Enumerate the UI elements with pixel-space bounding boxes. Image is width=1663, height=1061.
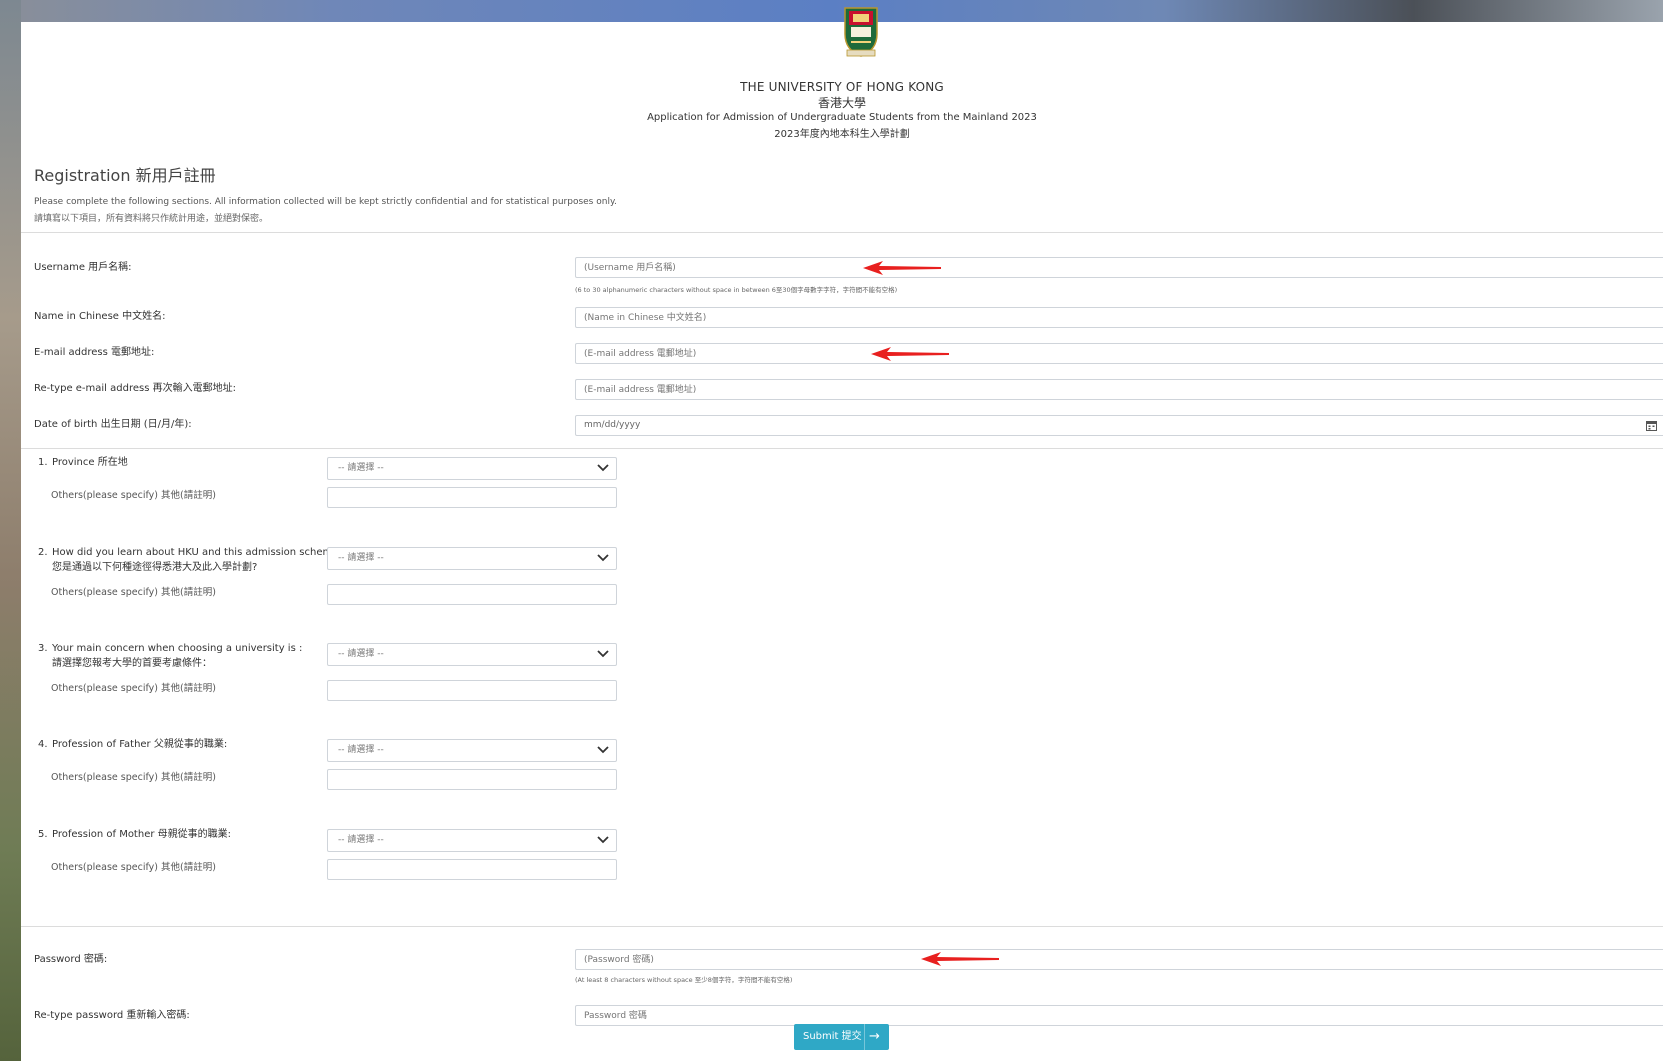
question-1-others-label: Others(please specify) 其他(請註明) xyxy=(51,490,216,501)
email-retype-label: Re-type e-mail address 再次輸入電郵地址: xyxy=(34,383,236,394)
intro-text-en: Please complete the following sections. … xyxy=(34,197,617,207)
password-label: Password 密碼: xyxy=(34,954,108,965)
red-arrow-annotation xyxy=(921,952,999,966)
question-1-select[interactable]: -- 請選擇 -- xyxy=(327,457,617,480)
program-title-en: Application for Admission of Undergradua… xyxy=(647,112,1037,123)
arrow-right-icon: → xyxy=(869,1029,880,1044)
dob-input[interactable]: mm/dd/yyyy xyxy=(575,415,1663,436)
name-chinese-input[interactable] xyxy=(575,307,1663,328)
question-3-label: 3. Your main concern when choosing a univ… xyxy=(38,643,303,669)
question-5-select[interactable]: -- 請選擇 -- xyxy=(327,829,617,852)
question-2-label: 2. How did you learn about HKU and this a… xyxy=(38,547,344,573)
email-retype-input[interactable] xyxy=(575,379,1663,400)
chevron-down-icon xyxy=(597,554,609,562)
red-arrow-annotation xyxy=(863,261,941,275)
submit-button[interactable]: Submit 提交 → xyxy=(794,1024,889,1050)
page-title: Registration 新用戶註冊 xyxy=(34,166,216,185)
password-input[interactable] xyxy=(575,949,1663,970)
chevron-down-icon xyxy=(597,836,609,844)
question-2-others-input[interactable] xyxy=(327,584,617,605)
intro-text-zh: 請填寫以下項目，所有資料將只作統計用途，並絕對保密。 xyxy=(34,214,269,224)
question-4-others-input[interactable] xyxy=(327,769,617,790)
university-name-en: THE UNIVERSITY OF HONG KONG xyxy=(740,80,944,94)
question-1-label: 1. Province 所在地 xyxy=(38,457,128,468)
question-2-select[interactable]: -- 請選擇 -- xyxy=(327,547,617,570)
name-chinese-label: Name in Chinese 中文姓名: xyxy=(34,311,166,322)
email-label: E-mail address 電郵地址: xyxy=(34,347,155,358)
question-5-others-input[interactable] xyxy=(327,859,617,880)
question-5-others-label: Others(please specify) 其他(請註明) xyxy=(51,862,216,873)
question-4-others-label: Others(please specify) 其他(請註明) xyxy=(51,772,216,783)
password-retype-input[interactable] xyxy=(575,1005,1663,1026)
university-name-zh: 香港大學 xyxy=(817,96,866,110)
background-left-strip xyxy=(0,0,21,1061)
calendar-icon[interactable] xyxy=(1646,420,1657,431)
question-3-others-label: Others(please specify) 其他(請註明) xyxy=(51,683,216,694)
username-input[interactable] xyxy=(575,257,1663,278)
submit-label: Submit 提交 xyxy=(803,1031,862,1042)
background-top-strip xyxy=(0,0,1663,22)
email-input[interactable] xyxy=(575,343,1663,364)
registration-card: THE UNIVERSITY OF HONG KONG 香港大學 Applica… xyxy=(21,7,1663,1061)
question-3-others-input[interactable] xyxy=(327,680,617,701)
program-title-zh: 2023年度內地本科生入學計劃 xyxy=(774,129,910,140)
divider xyxy=(21,448,1663,449)
red-arrow-annotation xyxy=(871,347,949,361)
question-4-select[interactable]: -- 請選擇 -- xyxy=(327,739,617,762)
dob-label: Date of birth 出生日期 (日/月/年): xyxy=(34,419,192,430)
chevron-down-icon xyxy=(597,650,609,658)
chevron-down-icon xyxy=(597,746,609,754)
question-1-others-input[interactable] xyxy=(327,487,617,508)
button-separator xyxy=(864,1024,865,1050)
password-hint: (At least 8 characters without space 至少8… xyxy=(575,976,793,984)
dob-placeholder: mm/dd/yyyy xyxy=(584,420,641,430)
question-2-others-label: Others(please specify) 其他(請註明) xyxy=(51,587,216,598)
question-4-label: 4. Profession of Father 父親從事的職業: xyxy=(38,739,228,750)
password-retype-label: Re-type password 重新輸入密碼: xyxy=(34,1010,190,1021)
username-hint: (6 to 30 alphanumeric characters without… xyxy=(575,286,898,294)
username-label: Username 用戶名稱: xyxy=(34,262,132,273)
divider xyxy=(21,926,1663,927)
hku-crest-logo xyxy=(844,7,878,57)
divider xyxy=(21,232,1663,233)
chevron-down-icon xyxy=(597,464,609,472)
question-3-select[interactable]: -- 請選擇 -- xyxy=(327,643,617,666)
question-5-label: 5. Profession of Mother 母親從事的職業: xyxy=(38,829,232,840)
